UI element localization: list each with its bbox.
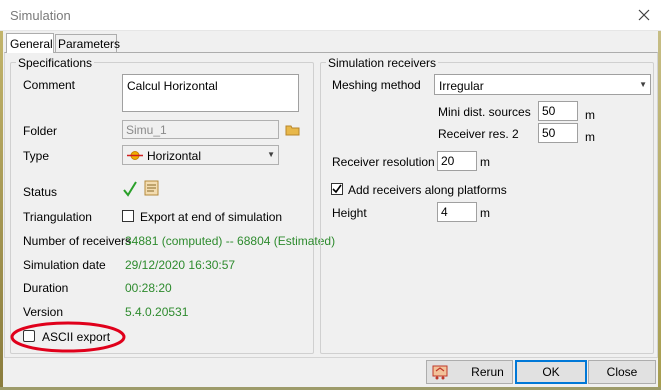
receiver-res2-input[interactable]: 50: [538, 123, 578, 143]
meshing-method-value: Irregular: [439, 79, 484, 93]
browse-folder-button[interactable]: [285, 123, 301, 137]
folder-field: Simu_1: [122, 120, 279, 139]
height-unit: m: [480, 206, 490, 220]
close-icon: [638, 9, 650, 21]
receiver-res2-value: 50: [542, 126, 556, 140]
close-label: Close: [606, 365, 638, 379]
tab-general-label: General: [10, 37, 53, 51]
receiver-resolution-label: Receiver resolution: [332, 155, 435, 169]
tab-parameters-label: Parameters: [58, 37, 121, 51]
annotation-circle: [10, 321, 126, 353]
comment-field[interactable]: Calcul Horizontal: [122, 74, 299, 112]
height-value: 4: [441, 205, 448, 219]
checkmark-icon: [332, 184, 342, 194]
comment-value: Calcul Horizontal: [127, 79, 218, 93]
mini-dist-unit: m: [585, 108, 595, 122]
type-label: Type: [23, 149, 50, 163]
ok-label: OK: [542, 365, 560, 379]
window-title: Simulation: [10, 8, 71, 23]
rerun-button[interactable]: Rerun: [426, 360, 513, 384]
receiver-res2-unit: m: [585, 130, 595, 144]
add-receivers-platforms-label: Add receivers along platforms: [348, 183, 507, 197]
simulation-date-value: 29/12/2020 16:30:57: [125, 258, 236, 272]
folder-value: Simu_1: [126, 123, 167, 137]
duration-value: 00:28:20: [125, 281, 172, 295]
simulation-date-label: Simulation date: [23, 258, 106, 272]
status-label: Status: [23, 185, 58, 199]
export-end-checkbox[interactable]: [122, 210, 134, 222]
rerun-icon: [432, 365, 448, 380]
simulation-receivers-legend: Simulation receivers: [326, 56, 439, 70]
mini-dist-value: 50: [542, 104, 556, 118]
folder-label: Folder: [23, 124, 58, 138]
folder-icon: [285, 125, 300, 136]
status-log-button[interactable]: [144, 180, 160, 197]
version-value: 5.4.0.20531: [125, 305, 189, 319]
version-label: Version: [23, 305, 64, 319]
meshing-method-select[interactable]: Irregular ▼: [434, 74, 651, 95]
meshing-method-label: Meshing method: [332, 78, 421, 92]
receiver-resolution-value: 20: [441, 154, 455, 168]
receiver-res2-label: Receiver res. 2: [438, 127, 519, 141]
duration-label: Duration: [23, 281, 69, 295]
tab-parameters[interactable]: Parameters: [55, 34, 121, 52]
mini-dist-input[interactable]: 50: [538, 101, 578, 121]
triangulation-label: Triangulation: [23, 210, 92, 224]
ok-button[interactable]: OK: [515, 360, 587, 384]
specifications-legend: Specifications: [16, 56, 95, 70]
document-icon: [144, 180, 159, 196]
export-end-label: Export at end of simulation: [140, 210, 283, 224]
height-input[interactable]: 4: [437, 202, 477, 222]
rerun-label: Rerun: [471, 365, 504, 379]
receivers-count-value: 34881 (computed) -- 68804 (Estimated): [125, 234, 336, 248]
close-button[interactable]: Close: [588, 360, 656, 384]
type-select[interactable]: Horizontal ▼: [122, 145, 279, 165]
chevron-down-icon: ▼: [639, 80, 647, 89]
comment-label: Comment: [23, 78, 76, 92]
horizontal-type-icon: [127, 151, 143, 160]
window-left-border: [0, 0, 3, 390]
receiver-resolution-unit: m: [480, 155, 490, 169]
title-bar: [0, 0, 661, 31]
close-window-button[interactable]: [632, 4, 656, 26]
add-receivers-platforms-checkbox[interactable]: [331, 183, 343, 195]
status-check-icon: [123, 181, 137, 197]
mini-dist-label: Mini dist. sources: [438, 105, 531, 119]
type-value: Horizontal: [147, 149, 202, 163]
receivers-count-label: Number of receivers: [23, 234, 132, 248]
chevron-down-icon: ▼: [267, 150, 275, 159]
receiver-resolution-input[interactable]: 20: [437, 151, 477, 171]
height-label: Height: [332, 206, 367, 220]
tab-general[interactable]: General: [6, 33, 54, 53]
